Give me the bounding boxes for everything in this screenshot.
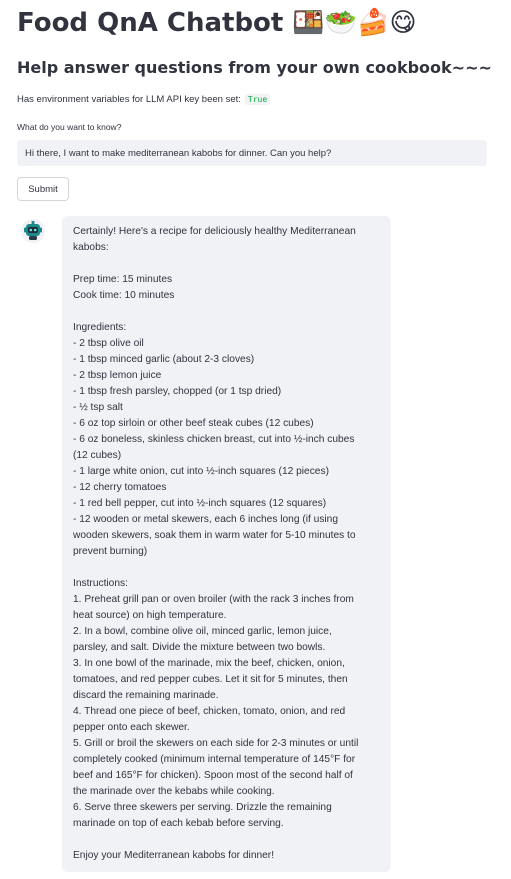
- page-subtitle: Help answer questions from your own cook…: [17, 58, 492, 77]
- message-line: - 1 red bell pepper, cut into ½-inch squ…: [73, 498, 327, 509]
- message-line: (12 cubes): [73, 450, 122, 461]
- page-title: Food QnA Chatbot 🍱🥗🍰😋: [17, 8, 417, 38]
- message-line: - 12 wooden or metal skewers, each 6 inc…: [73, 514, 339, 525]
- message-line: heat source) on high temperature.: [73, 610, 227, 621]
- robot-icon: [21, 219, 45, 243]
- message-line: - 6 oz top sirloin or other beef steak c…: [73, 418, 314, 429]
- message-line: [73, 304, 381, 320]
- message-line: [73, 560, 381, 576]
- message-line: - 1 large white onion, cut into ½-inch s…: [73, 466, 329, 477]
- env-status: Has environment variables for LLM API ke…: [17, 93, 271, 107]
- message-line: marinade on top of each kebab before ser…: [73, 818, 284, 829]
- message-line: prevent burning): [73, 546, 148, 557]
- message-line: 3. In one bowl of the marinade, mix the …: [73, 658, 345, 669]
- message-line: - 1 tbsp fresh parsley, chopped (or 1 ts…: [73, 386, 282, 397]
- message-line: - 12 cherry tomatoes: [73, 482, 167, 493]
- message-line: 6. Serve three skewers per serving. Driz…: [73, 802, 332, 813]
- question-label: What do you want to know?: [17, 122, 122, 132]
- message-line: - 2 tbsp lemon juice: [73, 370, 162, 381]
- message-line: Enjoy your Mediterranean kabobs for dinn…: [73, 850, 275, 861]
- message-line: completely cooked (minimum internal temp…: [73, 754, 356, 765]
- message-line: - 1 tbsp minced garlic (about 2-3 cloves…: [73, 354, 255, 365]
- assistant-message-text: Certainly! Here's a recipe for delicious…: [73, 224, 381, 864]
- message-line: - 6 oz boneless, skinless chicken breast…: [73, 434, 355, 445]
- submit-button[interactable]: Submit: [17, 177, 69, 201]
- message-line: pepper onto each skewer.: [73, 722, 190, 733]
- message-line: - ½ tsp salt: [73, 402, 123, 413]
- message-line: wooden skewers, soak them in warm water …: [73, 530, 356, 541]
- message-line: [73, 832, 381, 848]
- env-status-value: True: [244, 94, 271, 105]
- message-line: beef and 165°F for chicken). Spoon most …: [73, 770, 353, 781]
- message-line: parsley, and salt. Divide the mixture be…: [73, 642, 326, 653]
- message-line: the marinade over the kebabs while cooki…: [73, 786, 275, 797]
- message-line: 5. Grill or broil the skewers on each si…: [73, 738, 359, 749]
- message-line: 4. Thread one piece of beef, chicken, to…: [73, 706, 346, 717]
- message-line: Certainly! Here's a recipe for delicious…: [73, 226, 356, 237]
- message-line: kabobs:: [73, 242, 109, 253]
- message-line: Instructions:: [73, 578, 128, 589]
- message-line: Ingredients:: [73, 322, 127, 333]
- message-line: Prep time: 15 minutes: [73, 274, 173, 285]
- message-line: Cook time: 10 minutes: [73, 290, 175, 301]
- assistant-message: Certainly! Here's a recipe for delicious…: [62, 216, 391, 872]
- message-line: 1. Preheat grill pan or oven broiler (wi…: [73, 594, 354, 605]
- message-line: - 2 tbsp olive oil: [73, 338, 144, 349]
- env-status-label: Has environment variables for LLM API ke…: [17, 94, 241, 105]
- message-line: tomatoes, and red pepper cubes. Let it s…: [73, 674, 348, 685]
- message-line: 2. In a bowl, combine olive oil, minced …: [73, 626, 332, 637]
- question-input[interactable]: Hi there, I want to make mediterranean k…: [17, 140, 487, 166]
- message-line: discard the remaining marinade.: [73, 690, 219, 701]
- message-line: [73, 256, 381, 272]
